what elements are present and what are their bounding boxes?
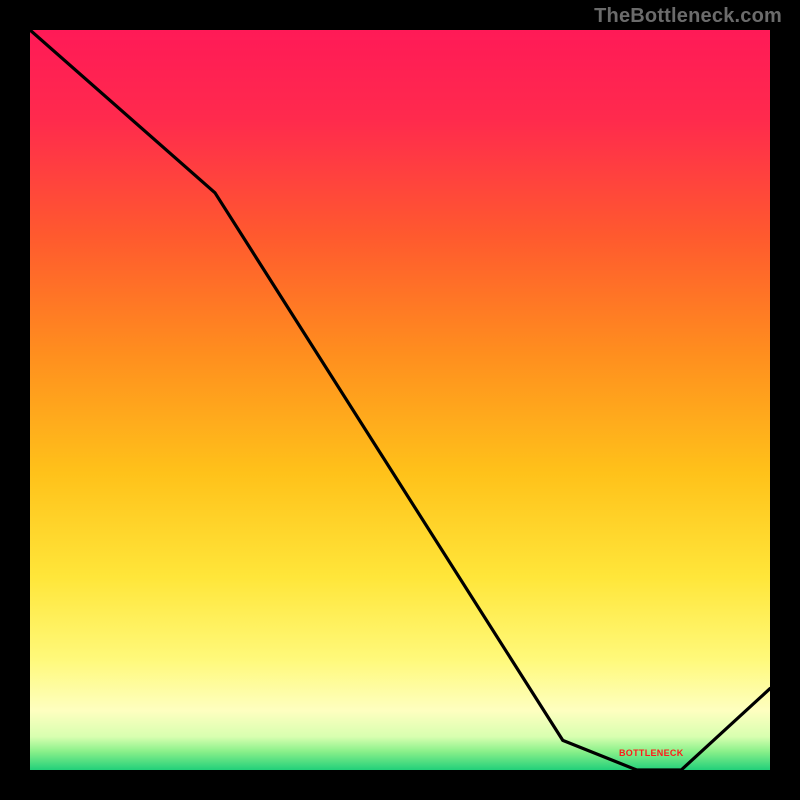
chart-stage: TheBottleneck.com [0,0,800,800]
plot-area [30,30,770,770]
watermark-label: TheBottleneck.com [594,6,782,26]
plot-svg [30,30,770,770]
gradient-background [30,30,770,770]
valley-marker-label: BOTTLENECK [619,749,684,758]
